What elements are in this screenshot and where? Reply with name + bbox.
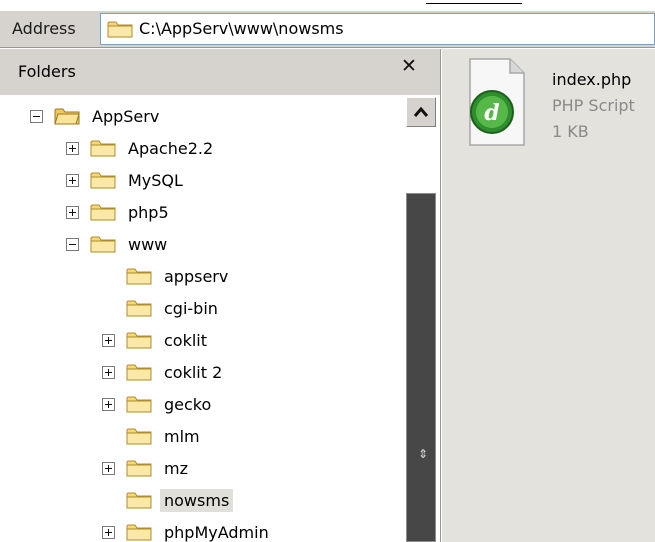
tree-item-label: MySQL	[128, 170, 183, 190]
expand-plus-icon[interactable]	[66, 173, 79, 187]
folder-icon	[90, 170, 116, 190]
chevron-up-icon	[413, 106, 429, 117]
address-bar: Address C:\AppServ\www\nowsms	[0, 10, 655, 48]
svg-text:d: d	[484, 100, 499, 126]
folder-icon	[90, 234, 116, 254]
tree-item[interactable]: coklit 2	[102, 357, 226, 387]
tree-item[interactable]: coklit	[102, 325, 211, 355]
scroll-thumb[interactable]: ⇕	[406, 193, 436, 542]
tree-item-label: php5	[128, 202, 169, 222]
address-input[interactable]: C:\AppServ\www\nowsms	[100, 13, 655, 45]
tree-item[interactable]: nowsms	[102, 485, 234, 515]
folder-icon	[126, 458, 152, 478]
tree-item-label: gecko	[164, 394, 212, 414]
scroll-grip-icon: ⇕	[418, 447, 429, 461]
folder-icon	[126, 394, 152, 414]
file-list-pane: d index.php PHP Script 1 KB	[442, 49, 655, 542]
address-path: C:\AppServ\www\nowsms	[139, 19, 344, 38]
address-label: Address	[12, 19, 76, 38]
tree-item-label: nowsms	[160, 488, 234, 512]
folder-icon	[107, 19, 133, 43]
folder-open-icon	[54, 106, 80, 126]
tree-item[interactable]: MySQL	[66, 165, 187, 195]
close-icon[interactable]: ✕	[398, 55, 420, 77]
folder-icon	[126, 426, 152, 446]
tree-item-label: www	[128, 234, 168, 254]
tree-item[interactable]: php5	[66, 197, 173, 227]
folder-tree: AppServ Apache2.2 MySQL php5 www appserv cgi-b…	[0, 95, 400, 542]
tree-item-label: cgi-bin	[164, 298, 218, 318]
tree-item-label: coklit 2	[164, 362, 223, 382]
tree-item[interactable]: appserv	[102, 261, 232, 291]
collapse-minus-icon[interactable]	[30, 109, 43, 123]
folder-icon	[126, 330, 152, 350]
folder-icon	[126, 362, 152, 382]
expand-plus-icon[interactable]	[102, 333, 115, 347]
tree-item[interactable]: gecko	[102, 389, 215, 419]
folder-icon	[90, 138, 116, 158]
expand-plus-icon[interactable]	[102, 461, 115, 475]
tree-item[interactable]: cgi-bin	[102, 293, 222, 323]
tree-item[interactable]: mz	[102, 453, 192, 483]
folder-icon	[126, 298, 152, 318]
expand-plus-icon[interactable]	[102, 525, 115, 539]
vertical-scrollbar[interactable]: ⇕	[404, 95, 438, 542]
file-size: 1 KB	[552, 122, 589, 141]
tree-item[interactable]: www	[66, 229, 171, 259]
tree-item-label: appserv	[164, 266, 229, 286]
tree-item-label: AppServ	[92, 106, 160, 126]
expand-plus-icon[interactable]	[102, 365, 115, 379]
tree-item-label: mlm	[164, 426, 200, 446]
expand-plus-icon[interactable]	[66, 205, 79, 219]
file-type: PHP Script	[552, 96, 635, 115]
tree-item[interactable]: AppServ	[30, 101, 163, 131]
tree-item-label: Apache2.2	[128, 138, 214, 158]
scroll-up-button[interactable]	[406, 97, 436, 127]
tree-item-label: mz	[164, 458, 188, 478]
folder-icon	[126, 522, 152, 542]
expand-plus-icon[interactable]	[102, 397, 115, 411]
folder-icon	[126, 490, 152, 510]
tree-item[interactable]: Apache2.2	[66, 133, 217, 163]
expand-plus-icon[interactable]	[66, 141, 79, 155]
folders-pane-title: Folders	[18, 62, 76, 81]
tree-item-label: coklit	[164, 330, 208, 350]
folders-pane-header: Folders ✕	[0, 49, 440, 95]
tree-item-label: phpMyAdmin	[164, 522, 269, 542]
folder-icon	[90, 202, 116, 222]
text-underline-fragment	[426, 0, 522, 4]
folder-icon	[126, 266, 152, 286]
file-name: index.php	[552, 70, 632, 89]
tree-item[interactable]: mlm	[102, 421, 204, 451]
folders-pane: Folders ✕ AppServ Apache2.2 MySQL php5 www ap…	[0, 49, 441, 542]
tree-item[interactable]: phpMyAdmin	[102, 517, 273, 542]
collapse-minus-icon[interactable]	[66, 237, 79, 251]
dreamweaver-php-file-icon: d	[467, 57, 527, 151]
